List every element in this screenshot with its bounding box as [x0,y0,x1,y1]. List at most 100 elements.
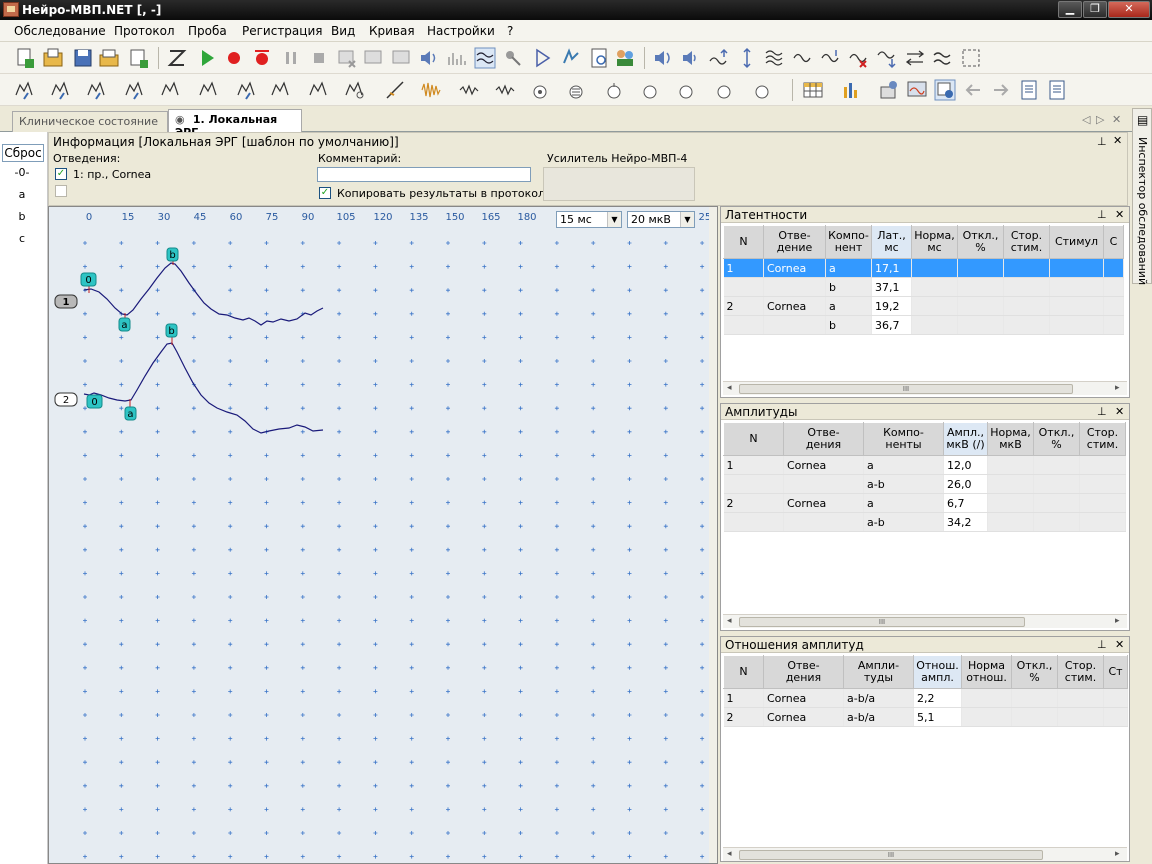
channel-label-1[interactable]: 1 [54,294,78,309]
archive-icon[interactable] [98,47,120,69]
tab-clinical-state[interactable]: Клиническое состояние [12,111,168,132]
curve-graph[interactable]: 0 15 30 45 60 75 90 105 120 135 150 165 180 255 0 a b… [49,207,717,863]
column-header[interactable]: Отве- дения [763,655,844,689]
table-row[interactable]: b 37,1 [723,277,1124,297]
latency-pin-icon[interactable]: ⊥ [1097,208,1107,221]
new-exam-icon[interactable] [14,47,36,69]
document-icon[interactable] [1018,79,1040,101]
protocol-s-icon[interactable] [50,79,72,101]
column-header[interactable]: Откл., % [957,225,1004,259]
ratio-close-icon[interactable]: ✕ [1115,638,1124,651]
wave-icon[interactable] [792,47,814,69]
menu-view[interactable]: Вид [331,24,355,38]
interference-icon[interactable] [420,79,442,101]
column-header[interactable]: Стор. стим. [1003,225,1050,259]
table-row[interactable]: 2 Cornea a 19,2 [723,296,1124,316]
amplitude-hscroll[interactable]: ◂ III ▸ [723,614,1127,628]
scroll-left-icon[interactable]: ◂ [727,383,732,393]
tab-prev-icon[interactable]: ◁ [1082,113,1090,126]
column-header[interactable]: Стор. стим. [1079,422,1126,456]
protocol-t-icon[interactable] [198,79,220,101]
histogram-icon[interactable] [840,79,862,101]
flash2-icon[interactable] [640,79,662,101]
open-exam-icon[interactable] [42,47,64,69]
info-close-icon[interactable]: ✕ [1113,134,1122,147]
eye-stim-icon[interactable] [530,79,552,101]
curve-exchange-icon[interactable] [904,47,926,69]
flash-icon[interactable] [604,79,626,101]
delete-curve-icon[interactable] [848,47,870,69]
info-panel-icon[interactable] [934,79,956,101]
table-row[interactable]: 1 Cornea a 17,1 [723,258,1124,278]
curve-graph-panel[interactable]: 0 15 30 45 60 75 90 105 120 135 150 165 180 255 0 a b… [48,206,718,864]
ratio-hscroll[interactable]: ◂ III ▸ [723,847,1127,861]
stimulus-icon[interactable] [532,47,554,69]
menu-trial[interactable]: Проба [188,24,227,38]
select-region-icon[interactable] [960,47,982,69]
overlay-curves-icon[interactable] [474,47,496,69]
latency-hscroll[interactable]: ◂ III ▸ [723,381,1127,395]
document2-icon[interactable] [1046,79,1068,101]
column-header[interactable]: Ампл., мкВ (/) [943,422,988,456]
menu-help[interactable]: ? [507,24,513,38]
shift-up-icon[interactable] [708,47,730,69]
flash4-icon[interactable] [714,79,736,101]
column-header[interactable]: Компо- нент [825,225,872,259]
play-icon[interactable] [196,47,218,69]
checker-icon[interactable] [566,79,588,101]
amplitude-pin-icon[interactable]: ⊥ [1097,405,1107,418]
latency-close-icon[interactable]: ✕ [1115,208,1124,221]
flash5-icon[interactable] [752,79,774,101]
protocol-m-icon[interactable] [14,79,36,101]
column-header[interactable]: Откл., % [1033,422,1080,456]
lead1-checkbox[interactable]: ✓ [55,168,67,180]
tab-next-icon[interactable]: ▷ [1096,113,1104,126]
column-header[interactable]: Откл., % [1011,655,1058,689]
close-button[interactable]: ✕ [1108,1,1150,18]
gain-select[interactable]: 20 мкВ ▼ [627,211,695,228]
marker-a[interactable]: a [0,188,44,201]
scroll-thumb[interactable]: III [739,617,1025,627]
scale-icon[interactable] [736,47,758,69]
channel-label-2[interactable]: 2 [54,392,78,407]
menu-examination[interactable]: Обследование [14,24,106,38]
delete-trial-icon[interactable] [336,47,358,69]
protocol-br-icon[interactable] [160,79,182,101]
column-header[interactable]: Отнош. ампл. [913,655,962,689]
record-icon[interactable] [223,47,245,69]
marker-b[interactable]: b [0,210,44,223]
ratio-pin-icon[interactable]: ⊥ [1097,638,1107,651]
wave-stack-icon[interactable] [764,47,786,69]
stim-settings-icon[interactable] [560,47,582,69]
protocol-f-icon[interactable] [86,79,108,101]
pause-icon[interactable] [280,47,302,69]
stop-icon[interactable] [308,47,330,69]
scroll-thumb[interactable]: III [739,850,1043,860]
tab-close-icon[interactable]: ✕ [1112,113,1121,126]
curve-swap-icon[interactable] [932,47,954,69]
scroll-thumb[interactable]: III [739,384,1073,394]
scroll-right-icon[interactable]: ▸ [1115,849,1120,859]
tab-local-erg[interactable]: ◉ 1. Локальная ЭРГ [168,109,302,139]
new-page-icon[interactable] [128,47,150,69]
table-row[interactable]: a-b 26,0 [723,474,1126,494]
volume-down-icon[interactable] [680,47,702,69]
scroll-right-icon[interactable]: ▸ [1115,383,1120,393]
reset-button[interactable]: Сброс [2,144,44,162]
minimize-button[interactable]: ▁ [1058,1,1082,18]
zero-line-icon[interactable] [166,47,188,69]
needle-icon[interactable] [384,79,406,101]
column-header[interactable]: Ст [1103,655,1128,689]
back-arrow-icon[interactable] [962,79,984,101]
scroll-right-icon[interactable]: ▸ [1115,616,1120,626]
menu-curve[interactable]: Кривая [369,24,415,38]
patients-icon[interactable] [614,47,636,69]
table-row[interactable]: 1 Cornea a-b/a 2,2 [723,688,1128,708]
trial-list-icon[interactable] [362,47,384,69]
column-header[interactable]: Норма отнош. [961,655,1012,689]
column-header[interactable]: Ампли- туды [843,655,914,689]
report-icon[interactable] [588,47,610,69]
protocol-s3-icon[interactable] [308,79,330,101]
electrode-icon[interactable] [502,47,524,69]
table-row[interactable]: 2 Cornea a-b/a 5,1 [723,707,1128,727]
